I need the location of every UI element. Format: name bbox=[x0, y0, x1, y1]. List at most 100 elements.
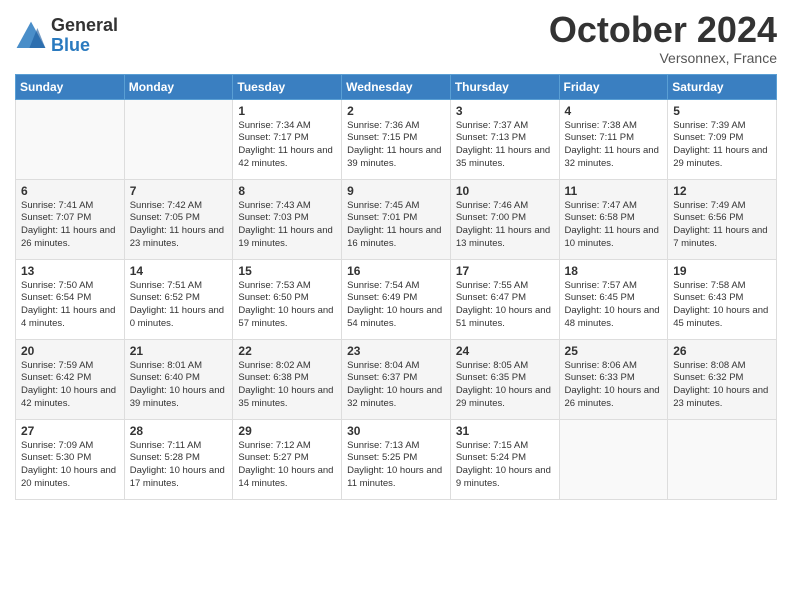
calendar-week-5: 27 Sunrise: 7:09 AM Sunset: 5:30 PM Dayli… bbox=[16, 419, 777, 499]
day-info: Sunrise: 7:38 AM Sunset: 7:11 PM Dayligh… bbox=[565, 120, 663, 171]
day-info: Sunrise: 7:53 AM Sunset: 6:50 PM Dayligh… bbox=[238, 280, 336, 331]
calendar-cell: 24Sunrise: 8:05 AM Sunset: 6:35 PM Dayli… bbox=[450, 339, 559, 419]
calendar-cell: 3Sunrise: 7:37 AM Sunset: 7:13 PM Daylig… bbox=[450, 99, 559, 179]
day-info: Sunrise: 7:36 AM Sunset: 7:15 PM Dayligh… bbox=[347, 120, 445, 171]
day-number: 17 bbox=[456, 264, 554, 278]
calendar-cell bbox=[124, 99, 233, 179]
day-number: 6 bbox=[21, 184, 119, 198]
day-number: 29 bbox=[238, 424, 336, 438]
calendar-cell: 8 Sunrise: 7:43 AM Sunset: 7:03 PM Daylig… bbox=[233, 179, 342, 259]
calendar-cell bbox=[559, 419, 668, 499]
day-number: 8 bbox=[238, 184, 336, 198]
header-saturday: Saturday bbox=[668, 74, 777, 99]
day-info: Sunrise: 7:51 AM Sunset: 6:52 PM Dayligh… bbox=[130, 280, 228, 331]
day-info: Sunrise: 7:34 AM Sunset: 7:17 PM Dayligh… bbox=[238, 120, 336, 171]
location-subtitle: Versonnex, France bbox=[549, 50, 777, 66]
day-number: 3 bbox=[456, 104, 554, 118]
calendar-cell: 26Sunrise: 8:08 AM Sunset: 6:32 PM Dayli… bbox=[668, 339, 777, 419]
day-number: 25 bbox=[565, 344, 663, 358]
calendar-cell: 25Sunrise: 8:06 AM Sunset: 6:33 PM Dayli… bbox=[559, 339, 668, 419]
day-number: 27 bbox=[21, 424, 119, 438]
header-row: Sunday Monday Tuesday Wednesday Thursday… bbox=[16, 74, 777, 99]
calendar-table: Sunday Monday Tuesday Wednesday Thursday… bbox=[15, 74, 777, 500]
day-info: Sunrise: 7:39 AM Sunset: 7:09 PM Dayligh… bbox=[673, 120, 771, 171]
day-number: 28 bbox=[130, 424, 228, 438]
calendar-cell: 20 Sunrise: 7:59 AM Sunset: 6:42 PM Dayli… bbox=[16, 339, 125, 419]
calendar-cell: 16Sunrise: 7:54 AM Sunset: 6:49 PM Dayli… bbox=[342, 259, 451, 339]
day-info: Sunrise: 7:46 AM Sunset: 7:00 PM Dayligh… bbox=[456, 200, 554, 251]
day-info: Sunrise: 7:15 AM Sunset: 5:24 PM Dayligh… bbox=[456, 440, 554, 491]
month-title: October 2024 bbox=[549, 10, 777, 50]
logo-blue-text: Blue bbox=[51, 36, 118, 56]
calendar-cell: 27 Sunrise: 7:09 AM Sunset: 5:30 PM Dayli… bbox=[16, 419, 125, 499]
calendar-cell: 31 Sunrise: 7:15 AM Sunset: 5:24 PM Dayli… bbox=[450, 419, 559, 499]
day-number: 10 bbox=[456, 184, 554, 198]
calendar-cell: 19 Sunrise: 7:58 AM Sunset: 6:43 PM Dayli… bbox=[668, 259, 777, 339]
day-number: 11 bbox=[565, 184, 663, 198]
header-wednesday: Wednesday bbox=[342, 74, 451, 99]
day-info: Sunrise: 7:49 AM Sunset: 6:56 PM Dayligh… bbox=[673, 200, 771, 251]
day-number: 31 bbox=[456, 424, 554, 438]
header-friday: Friday bbox=[559, 74, 668, 99]
calendar-cell: 4Sunrise: 7:38 AM Sunset: 7:11 PM Daylig… bbox=[559, 99, 668, 179]
day-info: Sunrise: 8:01 AM Sunset: 6:40 PM Dayligh… bbox=[130, 360, 228, 411]
day-number: 5 bbox=[673, 104, 771, 118]
generalblue-icon bbox=[15, 20, 47, 52]
logo: General Blue bbox=[15, 16, 118, 56]
calendar-cell: 29Sunrise: 7:12 AM Sunset: 5:27 PM Dayli… bbox=[233, 419, 342, 499]
day-info: Sunrise: 7:13 AM Sunset: 5:25 PM Dayligh… bbox=[347, 440, 445, 491]
header-monday: Monday bbox=[124, 74, 233, 99]
page: General Blue October 2024 Versonnex, Fra… bbox=[0, 0, 792, 612]
day-info: Sunrise: 7:41 AM Sunset: 7:07 PM Dayligh… bbox=[21, 200, 119, 251]
title-section: October 2024 Versonnex, France bbox=[549, 10, 777, 66]
calendar-cell: 21 Sunrise: 8:01 AM Sunset: 6:40 PM Dayli… bbox=[124, 339, 233, 419]
calendar-cell: 18Sunrise: 7:57 AM Sunset: 6:45 PM Dayli… bbox=[559, 259, 668, 339]
calendar-cell: 14 Sunrise: 7:51 AM Sunset: 6:52 PM Dayli… bbox=[124, 259, 233, 339]
day-info: Sunrise: 7:58 AM Sunset: 6:43 PM Dayligh… bbox=[673, 280, 771, 331]
day-number: 19 bbox=[673, 264, 771, 278]
calendar-cell: 7 Sunrise: 7:42 AM Sunset: 7:05 PM Daylig… bbox=[124, 179, 233, 259]
day-info: Sunrise: 7:45 AM Sunset: 7:01 PM Dayligh… bbox=[347, 200, 445, 251]
day-info: Sunrise: 7:57 AM Sunset: 6:45 PM Dayligh… bbox=[565, 280, 663, 331]
day-number: 7 bbox=[130, 184, 228, 198]
day-number: 2 bbox=[347, 104, 445, 118]
calendar-cell: 11 Sunrise: 7:47 AM Sunset: 6:58 PM Dayli… bbox=[559, 179, 668, 259]
day-number: 16 bbox=[347, 264, 445, 278]
calendar-cell bbox=[16, 99, 125, 179]
calendar-cell: 23 Sunrise: 8:04 AM Sunset: 6:37 PM Dayli… bbox=[342, 339, 451, 419]
day-number: 23 bbox=[347, 344, 445, 358]
day-info: Sunrise: 7:59 AM Sunset: 6:42 PM Dayligh… bbox=[21, 360, 119, 411]
calendar-week-3: 13Sunrise: 7:50 AM Sunset: 6:54 PM Dayli… bbox=[16, 259, 777, 339]
day-info: Sunrise: 7:09 AM Sunset: 5:30 PM Dayligh… bbox=[21, 440, 119, 491]
header-thursday: Thursday bbox=[450, 74, 559, 99]
calendar-cell: 28 Sunrise: 7:11 AM Sunset: 5:28 PM Dayli… bbox=[124, 419, 233, 499]
day-info: Sunrise: 7:42 AM Sunset: 7:05 PM Dayligh… bbox=[130, 200, 228, 251]
calendar-cell: 30 Sunrise: 7:13 AM Sunset: 5:25 PM Dayli… bbox=[342, 419, 451, 499]
day-number: 12 bbox=[673, 184, 771, 198]
day-number: 20 bbox=[21, 344, 119, 358]
day-info: Sunrise: 7:43 AM Sunset: 7:03 PM Dayligh… bbox=[238, 200, 336, 251]
day-number: 22 bbox=[238, 344, 336, 358]
calendar-cell: 9Sunrise: 7:45 AM Sunset: 7:01 PM Daylig… bbox=[342, 179, 451, 259]
calendar-body: 1Sunrise: 7:34 AM Sunset: 7:17 PM Daylig… bbox=[16, 99, 777, 499]
day-info: Sunrise: 8:04 AM Sunset: 6:37 PM Dayligh… bbox=[347, 360, 445, 411]
header-tuesday: Tuesday bbox=[233, 74, 342, 99]
logo-general-text: General bbox=[51, 16, 118, 36]
calendar-week-1: 1Sunrise: 7:34 AM Sunset: 7:17 PM Daylig… bbox=[16, 99, 777, 179]
day-info: Sunrise: 7:11 AM Sunset: 5:28 PM Dayligh… bbox=[130, 440, 228, 491]
day-number: 14 bbox=[130, 264, 228, 278]
calendar-cell: 12 Sunrise: 7:49 AM Sunset: 6:56 PM Dayli… bbox=[668, 179, 777, 259]
day-number: 30 bbox=[347, 424, 445, 438]
header: General Blue October 2024 Versonnex, Fra… bbox=[15, 10, 777, 66]
day-info: Sunrise: 8:08 AM Sunset: 6:32 PM Dayligh… bbox=[673, 360, 771, 411]
day-info: Sunrise: 8:05 AM Sunset: 6:35 PM Dayligh… bbox=[456, 360, 554, 411]
day-number: 13 bbox=[21, 264, 119, 278]
calendar-cell: 22 Sunrise: 8:02 AM Sunset: 6:38 PM Dayli… bbox=[233, 339, 342, 419]
day-info: Sunrise: 8:02 AM Sunset: 6:38 PM Dayligh… bbox=[238, 360, 336, 411]
calendar-header: Sunday Monday Tuesday Wednesday Thursday… bbox=[16, 74, 777, 99]
calendar-cell: 2 Sunrise: 7:36 AM Sunset: 7:15 PM Daylig… bbox=[342, 99, 451, 179]
day-number: 21 bbox=[130, 344, 228, 358]
day-info: Sunrise: 7:47 AM Sunset: 6:58 PM Dayligh… bbox=[565, 200, 663, 251]
day-number: 15 bbox=[238, 264, 336, 278]
calendar-cell: 5 Sunrise: 7:39 AM Sunset: 7:09 PM Daylig… bbox=[668, 99, 777, 179]
